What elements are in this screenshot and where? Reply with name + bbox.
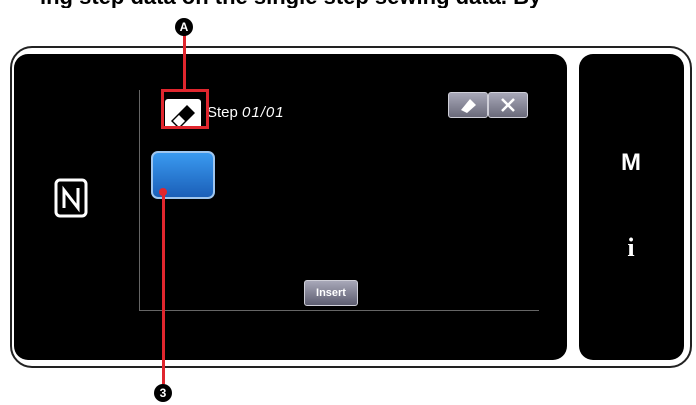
step-prefix: Step bbox=[207, 104, 238, 121]
step-number: 01/01 bbox=[242, 104, 285, 121]
horizontal-divider bbox=[139, 310, 539, 311]
callout-line-a bbox=[183, 34, 186, 90]
close-button[interactable] bbox=[488, 92, 528, 118]
callout-line-3 bbox=[162, 192, 165, 384]
callout-marker-3: 3 bbox=[154, 384, 172, 402]
nfc-icon bbox=[54, 178, 88, 218]
eraser-icon bbox=[461, 99, 476, 113]
callout-marker-a: A bbox=[175, 18, 193, 36]
document-caption: ing step data on the single step sewing … bbox=[40, 0, 680, 8]
edit-button[interactable] bbox=[448, 92, 488, 118]
side-panel: M i bbox=[579, 54, 684, 360]
step-indicator: Step 01/01 bbox=[207, 104, 285, 121]
close-icon bbox=[501, 98, 515, 112]
main-screen: Step 01/01 Insert bbox=[14, 54, 567, 360]
callout-box-a bbox=[161, 89, 209, 129]
vertical-divider bbox=[139, 90, 140, 310]
info-button[interactable]: i bbox=[611, 228, 651, 268]
insert-button[interactable]: Insert bbox=[304, 280, 358, 306]
menu-button[interactable]: M bbox=[611, 146, 651, 180]
